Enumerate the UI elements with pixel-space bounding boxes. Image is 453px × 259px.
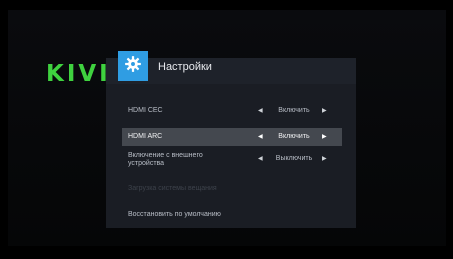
setting-row-hdmi-arc[interactable]: HDMI ARC ◀ Включить ▶ — [122, 128, 342, 146]
panel-header: Настройки — [106, 51, 356, 84]
left-arrow-icon[interactable]: ◀ — [258, 155, 263, 162]
left-arrow-icon[interactable]: ◀ — [258, 107, 263, 114]
setting-label: HDMI ARC — [128, 133, 163, 140]
right-arrow-icon[interactable]: ▶ — [322, 107, 327, 114]
setting-value: Включить — [278, 133, 310, 140]
setting-row-external-power-on[interactable]: Включение с внешнего устройства ◀ Выключ… — [122, 150, 342, 172]
left-arrow-icon[interactable]: ◀ — [258, 133, 263, 140]
panel-title: Настройки — [158, 61, 212, 73]
setting-row-restore-defaults[interactable]: Восстановить по умолчанию — [122, 206, 342, 224]
right-arrow-icon[interactable]: ▶ — [322, 155, 327, 162]
setting-label: Включение с внешнего устройства — [128, 152, 203, 167]
setting-value: Включить — [278, 107, 310, 114]
setting-value: Выключить — [275, 155, 313, 162]
setting-label: Загрузка системы вещания — [128, 185, 217, 192]
tv-screen: KIVI Настройки HDMI CEC ◀ Включить ▶ HDM… — [8, 10, 446, 246]
gear-icon — [124, 55, 142, 78]
setting-row-broadcast-boot: Загрузка системы вещания — [122, 180, 342, 198]
settings-panel: Настройки HDMI CEC ◀ Включить ▶ HDMI ARC… — [106, 51, 356, 228]
brand-logo: KIVI — [46, 61, 111, 87]
setting-label: HDMI CEC — [128, 107, 163, 114]
setting-label: Восстановить по умолчанию — [128, 211, 221, 218]
right-arrow-icon[interactable]: ▶ — [322, 133, 327, 140]
setting-row-hdmi-cec[interactable]: HDMI CEC ◀ Включить ▶ — [122, 102, 342, 120]
settings-icon-tile — [118, 51, 148, 81]
